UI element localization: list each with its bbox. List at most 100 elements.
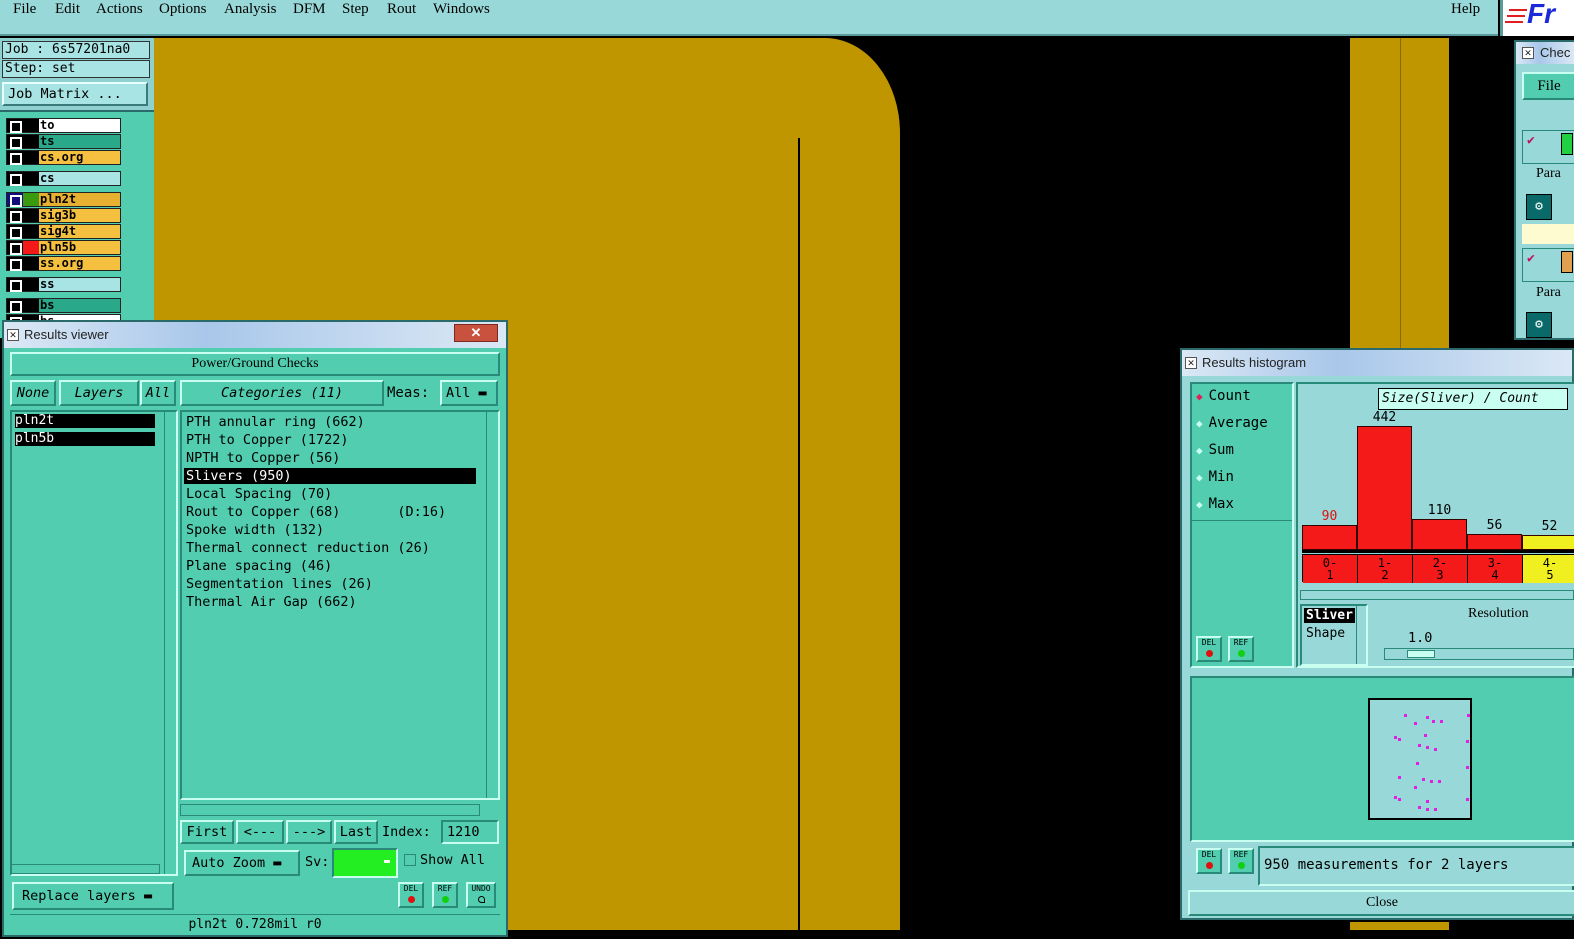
job-matrix-button[interactable]: Job Matrix ...	[2, 82, 148, 106]
layer-ts[interactable]: ts	[6, 134, 121, 149]
next-button[interactable]: --->	[286, 820, 332, 844]
ref-button[interactable]: REF	[432, 882, 458, 908]
menu-step[interactable]: Step	[342, 1, 369, 18]
show-all-checkbox[interactable]	[404, 854, 416, 866]
mode-radio-count[interactable]: ◆ Count	[1196, 388, 1251, 404]
category-item[interactable]: Thermal Air Gap (662)	[186, 594, 357, 610]
run-icon[interactable]: ⚙	[1526, 312, 1552, 338]
histogram-titlebar[interactable]: ✕ Results histogram	[1182, 350, 1572, 376]
layer-ss[interactable]: ss	[6, 277, 121, 292]
check-row[interactable]: ✔	[1522, 248, 1574, 282]
resolution-slider[interactable]	[1384, 648, 1574, 660]
sv-color-dropdown[interactable]: ▬	[332, 848, 398, 878]
layer-checkbox[interactable]	[7, 172, 23, 186]
del-button[interactable]: DEL	[1196, 636, 1222, 662]
prev-button[interactable]: <---	[236, 820, 284, 844]
bucket-label[interactable]: 4- 5	[1523, 555, 1574, 583]
layer-checkbox[interactable]	[7, 135, 23, 149]
bucket-label[interactable]: 0- 1	[1303, 555, 1358, 583]
category-item[interactable]: Spoke width (132)	[186, 522, 324, 538]
list-item[interactable]: Shape	[1306, 626, 1345, 641]
first-button[interactable]: First	[180, 820, 234, 844]
list-item[interactable]: pln5b	[15, 432, 155, 446]
layer-pln5b[interactable]: pln5b	[6, 240, 121, 255]
layer-pln2t[interactable]: pln2t	[6, 192, 121, 207]
bucket-label[interactable]: 1- 2	[1358, 555, 1413, 583]
categories-button[interactable]: Categories (11)	[180, 380, 384, 406]
category-item[interactable]: NPTH to Copper (56)	[186, 450, 340, 466]
close-icon[interactable]: ✕	[454, 324, 498, 342]
mode-radio-max[interactable]: ◆ Max	[1196, 496, 1234, 512]
layer-checkbox[interactable]	[7, 193, 23, 207]
menu-dfm[interactable]: DFM	[293, 1, 326, 18]
layer-checkbox[interactable]	[7, 241, 23, 255]
check-row[interactable]: ✔	[1522, 130, 1574, 164]
horizontal-scrollbar[interactable]	[180, 804, 480, 816]
layer-checkbox[interactable]	[7, 151, 23, 165]
bucket-label[interactable]: 3- 4	[1468, 555, 1523, 583]
undo-button[interactable]: UNDO	[466, 882, 496, 908]
mode-radio-min[interactable]: ◆ Min	[1196, 469, 1234, 485]
layer-to[interactable]: to	[6, 118, 121, 133]
category-item[interactable]: Local Spacing (70)	[186, 486, 332, 502]
category-item[interactable]: Segmentation lines (26)	[186, 576, 373, 592]
vertical-scrollbar[interactable]	[164, 412, 176, 874]
category-item[interactable]: PTH annular ring (662)	[186, 414, 365, 430]
layer-checkbox[interactable]	[7, 257, 23, 271]
category-item[interactable]: PTH to Copper (1722)	[186, 432, 349, 448]
histogram-bar[interactable]	[1467, 534, 1522, 550]
close-button[interactable]: Close	[1188, 890, 1574, 916]
replace-layers-dropdown[interactable]: Replace layers ▬	[12, 882, 174, 910]
auto-zoom-dropdown[interactable]: Auto Zoom ▬	[184, 850, 300, 876]
menu-file[interactable]: File	[13, 1, 36, 18]
histogram-bar[interactable]	[1412, 519, 1467, 550]
menu-windows[interactable]: Windows	[433, 1, 490, 18]
category-item[interactable]: Slivers (950)	[184, 468, 476, 484]
meas-dropdown[interactable]: All ▬	[440, 380, 498, 406]
menu-analysis[interactable]: Analysis	[224, 1, 277, 18]
histogram-bar[interactable]	[1302, 524, 1357, 550]
slider-handle[interactable]	[1407, 650, 1435, 658]
histogram-bar[interactable]	[1357, 426, 1412, 550]
checklist-file-menu[interactable]: File	[1522, 72, 1574, 100]
layer-checkbox[interactable]	[7, 119, 23, 133]
menu-rout[interactable]: Rout	[387, 1, 416, 18]
layer-ss-org[interactable]: ss.org	[6, 256, 121, 271]
layer-bs[interactable]: bs	[6, 298, 121, 313]
results-viewer-titlebar[interactable]: ✕ Results viewer ✕	[4, 322, 506, 348]
layer-checkbox[interactable]	[7, 278, 23, 292]
del-button[interactable]: DEL	[1196, 848, 1222, 874]
list-item[interactable]: Sliver	[1304, 608, 1355, 623]
checklist-titlebar[interactable]: ✕ Chec	[1516, 42, 1574, 64]
last-button[interactable]: Last	[334, 820, 378, 844]
category-item[interactable]: Plane spacing (46)	[186, 558, 332, 574]
menu-edit[interactable]: Edit	[55, 1, 80, 18]
category-item[interactable]: Thermal connect reduction (26)	[186, 540, 430, 556]
layer-checkbox[interactable]	[7, 209, 23, 223]
index-input[interactable]: 1210	[441, 820, 499, 844]
del-button[interactable]: DEL	[398, 882, 424, 908]
run-icon[interactable]: ⚙	[1526, 194, 1552, 220]
bucket-label[interactable]: 2- 3	[1413, 555, 1468, 583]
vertical-scrollbar[interactable]	[1356, 606, 1366, 664]
vertical-scrollbar[interactable]	[486, 412, 498, 798]
menu-actions[interactable]: Actions	[96, 1, 143, 18]
mode-radio-average[interactable]: ◆ Average	[1196, 415, 1268, 431]
distribution-plot[interactable]	[1368, 698, 1472, 820]
layers-button[interactable]: Layers	[59, 380, 139, 406]
all-button[interactable]: All	[140, 380, 176, 406]
list-item[interactable]: pln2t	[15, 414, 155, 428]
menu-options[interactable]: Options	[159, 1, 207, 18]
layer-checkbox[interactable]	[7, 299, 23, 313]
horizontal-scrollbar[interactable]	[10, 864, 160, 874]
none-button[interactable]: None	[10, 380, 56, 406]
layer-cs-org[interactable]: cs.org	[6, 150, 121, 165]
layer-sig3b[interactable]: sig3b	[6, 208, 121, 223]
ref-button[interactable]: REF	[1228, 848, 1254, 874]
histogram-bar[interactable]	[1522, 535, 1574, 550]
layer-checkbox[interactable]	[7, 225, 23, 239]
layer-sig4t[interactable]: sig4t	[6, 224, 121, 239]
menu-help[interactable]: Help	[1451, 1, 1480, 18]
layer-cs[interactable]: cs	[6, 171, 121, 186]
ref-button[interactable]: REF	[1228, 636, 1254, 662]
